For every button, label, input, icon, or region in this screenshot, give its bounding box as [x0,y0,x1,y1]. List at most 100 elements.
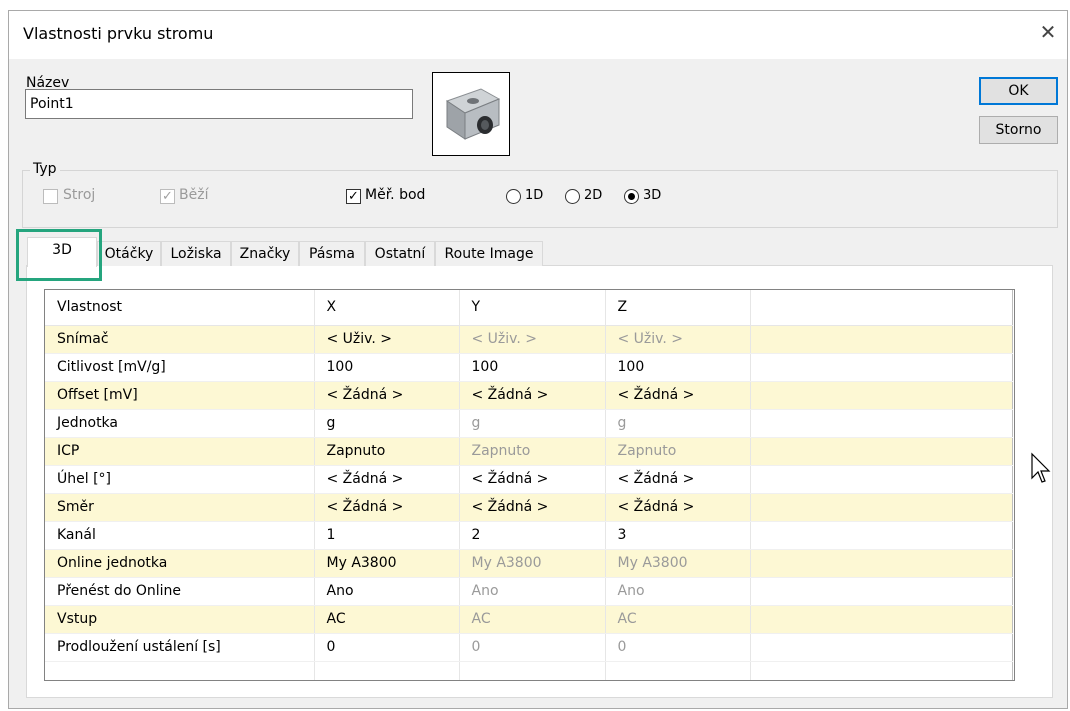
row-filler-cell [750,493,1013,522]
y-value-cell[interactable]: AC [459,605,606,634]
radio-1d[interactable] [506,189,521,204]
name-input[interactable]: Point1 [25,89,413,119]
property-name-cell: Kanál [45,521,315,550]
properties-grid: Vlastnost X Y Z Snímač < Uživ. > < Uživ. > < Už… [44,289,1015,681]
y-value-cell[interactable]: g [459,409,606,438]
property-name-cell: Úhel [°] [45,465,315,494]
z-value-cell[interactable]: 100 [605,353,751,382]
y-value-cell[interactable]: < Žádná > [459,493,606,522]
x-value-cell[interactable]: < Žádná > [314,381,460,410]
table-row[interactable]: ICP Zapnuto Zapnuto Zapnuto [45,437,1013,466]
grid-header-cell: X [314,290,460,326]
row-filler-cell [750,409,1013,438]
grid-header-cell: Z [605,290,751,326]
z-value-cell[interactable]: AC [605,605,751,634]
sensor-image [432,72,510,156]
y-value-cell[interactable]: < Žádná > [459,465,606,494]
z-value-cell[interactable]: Zapnuto [605,437,751,466]
row-filler-cell [750,353,1013,382]
property-name-cell: Vstup [45,605,315,634]
measurement-point-checkbox[interactable]: ✓ [346,189,361,204]
x-value-cell[interactable]: 0 [314,633,460,662]
y-value-cell[interactable]: Ano [459,577,606,606]
radio-2d[interactable] [565,189,580,204]
table-row[interactable]: Kanál 1 2 3 [45,521,1013,550]
machine-label: Stroj [63,187,96,203]
row-filler-cell [750,325,1013,354]
grid-header-cell: Vlastnost [45,290,315,326]
table-row[interactable]: Prodloužení ustálení [s] 0 0 0 [45,633,1013,662]
y-value-cell[interactable]: 2 [459,521,606,550]
property-name-cell: ICP [45,437,315,466]
y-value-cell[interactable]: 0 [459,633,606,662]
x-value-cell[interactable]: Ano [314,577,460,606]
grid-header-filler [750,290,1013,326]
x-value-cell[interactable]: 1 [314,521,460,550]
property-name-cell: Online jednotka [45,549,315,578]
properties-table: Vlastnost X Y Z Snímač < Uživ. > < Uživ. > < Už… [45,290,1013,680]
y-value-cell[interactable]: < Uživ. > [459,325,606,354]
table-row[interactable]: Snímač < Uživ. > < Uživ. > < Uživ. > [45,325,1013,354]
x-value-cell[interactable]: < Žádná > [314,493,460,522]
tab-marks[interactable]: Značky [231,241,299,266]
tab-bands[interactable]: Pásma [299,241,365,266]
x-value-cell[interactable]: My A3800 [314,549,460,578]
row-filler-cell [750,381,1013,410]
radio-3d[interactable] [624,189,639,204]
ok-button[interactable]: OK [979,77,1058,105]
z-value-cell[interactable]: g [605,409,751,438]
x-value-cell[interactable]: Zapnuto [314,437,460,466]
tab-other[interactable]: Ostatní [365,241,435,266]
row-filler-cell [750,437,1013,466]
row-filler-cell [750,465,1013,494]
z-value-cell[interactable]: < Žádná > [605,493,751,522]
table-row[interactable]: Offset [mV] < Žádná > < Žádná > < Žádná > [45,381,1013,410]
table-row[interactable]: Úhel [°] < Žádná > < Žádná > < Žádná > [45,465,1013,494]
z-value-cell[interactable]: < Žádná > [605,465,751,494]
property-name-cell: Přenést do Online [45,577,315,606]
property-name-cell: Směr [45,493,315,522]
radio-3d-label: 3D [643,188,662,203]
title-bar: Vlastnosti prvku stromu ✕ [9,11,1067,59]
property-name-cell: Prodloužení ustálení [s] [45,633,315,662]
tab-speed[interactable]: Otáčky [97,241,161,266]
dialog-title: Vlastnosti prvku stromu [23,24,214,43]
y-value-cell[interactable]: 100 [459,353,606,382]
property-name-cell: Jednotka [45,409,315,438]
table-row[interactable]: Citlivost [mV/g] 100 100 100 [45,353,1013,382]
machine-checkbox[interactable] [43,189,58,204]
row-filler-cell [750,577,1013,606]
y-value-cell[interactable]: < Žádná > [459,381,606,410]
z-value-cell[interactable]: 0 [605,633,751,662]
table-row[interactable]: Online jednotka My A3800 My A3800 My A3800 [45,549,1013,578]
mouse-cursor-icon [1031,452,1051,483]
property-name-cell: Offset [mV] [45,381,315,410]
y-value-cell[interactable]: Zapnuto [459,437,606,466]
z-value-cell[interactable]: < Uživ. > [605,325,751,354]
table-row[interactable]: Směr < Žádná > < Žádná > < Žádná > [45,493,1013,522]
running-checkbox[interactable]: ✓ [160,189,175,204]
x-value-cell[interactable]: < Uživ. > [314,325,460,354]
tab-3d[interactable]: 3D [27,237,97,267]
row-filler-cell [750,521,1013,550]
close-icon[interactable]: ✕ [1037,21,1059,43]
x-value-cell[interactable]: AC [314,605,460,634]
y-value-cell[interactable]: My A3800 [459,549,606,578]
table-row[interactable]: Vstup AC AC AC [45,605,1013,634]
z-value-cell[interactable]: < Žádná > [605,381,751,410]
z-value-cell[interactable]: Ano [605,577,751,606]
cancel-button[interactable]: Storno [979,116,1058,144]
tab-route-image[interactable]: Route Image [435,241,543,266]
x-value-cell[interactable]: 100 [314,353,460,382]
z-value-cell[interactable]: My A3800 [605,549,751,578]
tab-bearings[interactable]: Ložiska [161,241,231,266]
x-value-cell[interactable]: < Žádná > [314,465,460,494]
radio-2d-label: 2D [584,188,603,203]
grid-header-cell: Y [459,290,606,326]
running-label: Běží [179,187,209,203]
property-name-cell: Citlivost [mV/g] [45,353,315,382]
table-row[interactable]: Přenést do Online Ano Ano Ano [45,577,1013,606]
x-value-cell[interactable]: g [314,409,460,438]
z-value-cell[interactable]: 3 [605,521,751,550]
table-row[interactable]: Jednotka g g g [45,409,1013,438]
